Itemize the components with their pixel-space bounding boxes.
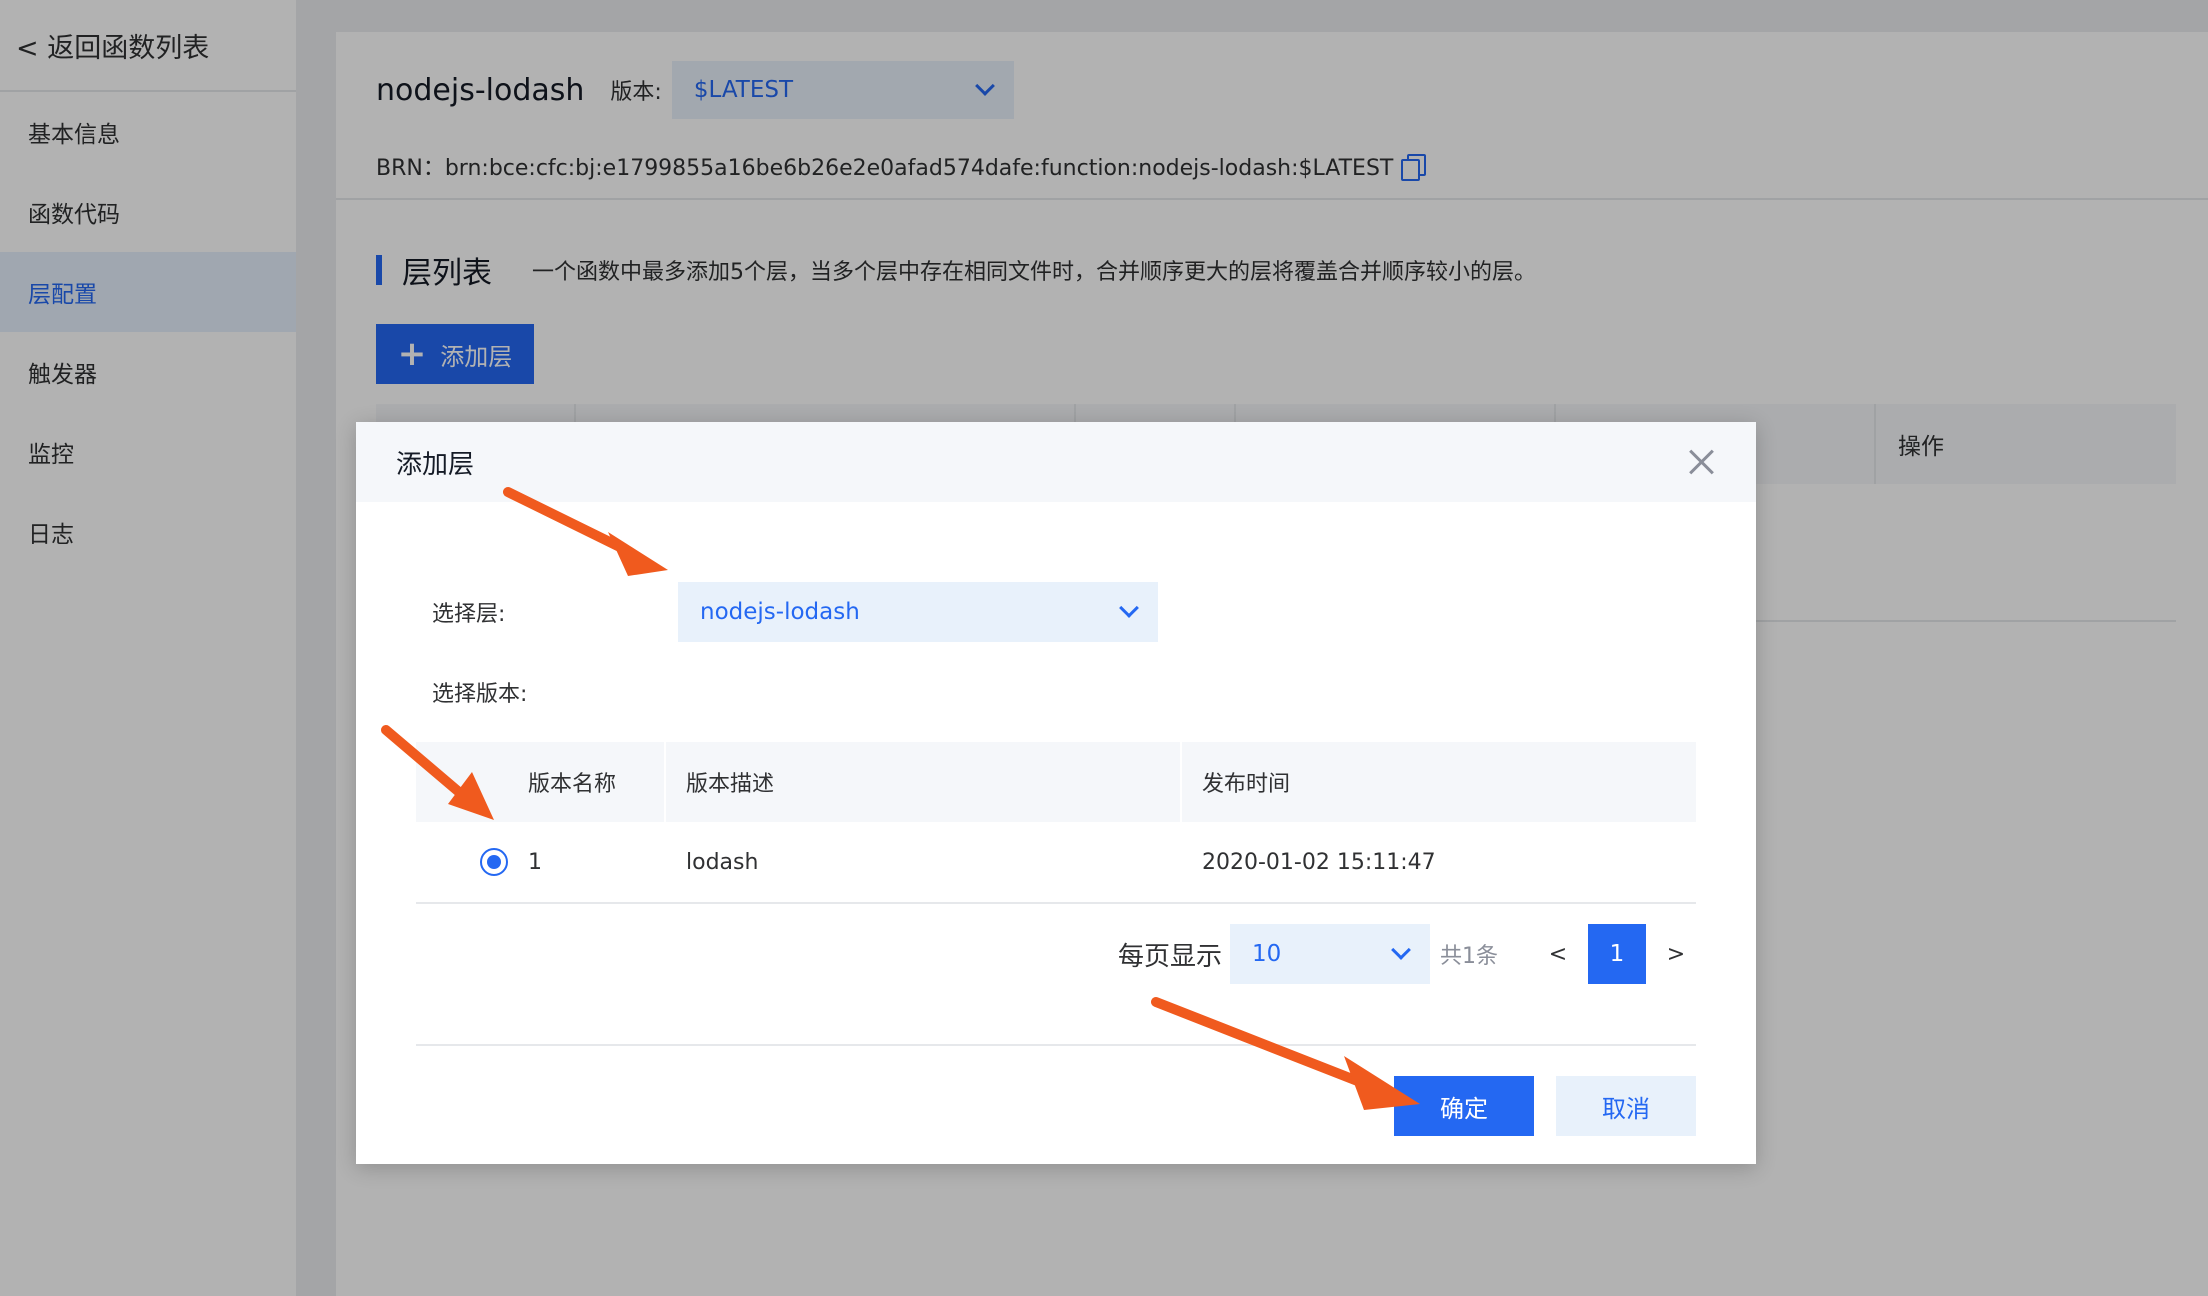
next-page-button[interactable]: > xyxy=(1656,942,1696,967)
version-radio[interactable] xyxy=(480,848,508,876)
version-name-cell: 1 xyxy=(528,849,542,875)
prev-page-button[interactable]: < xyxy=(1538,942,1578,967)
page-size-value: 10 xyxy=(1252,941,1282,967)
page-size-select[interactable]: 10 xyxy=(1230,924,1430,984)
modal-footer-divider xyxy=(416,1044,1696,1046)
cancel-button[interactable]: 取消 xyxy=(1556,1076,1696,1136)
close-icon[interactable] xyxy=(1688,448,1716,476)
current-page-button[interactable]: 1 xyxy=(1588,924,1646,984)
chevron-down-icon xyxy=(1391,940,1411,960)
layer-select-value: nodejs-lodash xyxy=(700,599,860,625)
chevron-down-icon xyxy=(1119,598,1139,618)
modal-title: 添加层 xyxy=(396,449,475,480)
version-table: 版本名称 版本描述 发布时间 1 lodash 2020-01-02 15:11… xyxy=(416,742,1696,904)
layer-select[interactable]: nodejs-lodash xyxy=(678,582,1158,642)
add-layer-modal: 添加层 选择层: nodejs-lodash 选择版本: 版本名称 版本描述 发… xyxy=(356,422,1756,1164)
total-count: 共1条 xyxy=(1440,944,1498,969)
version-table-header: 版本名称 版本描述 发布时间 xyxy=(416,742,1696,822)
version-description-cell: lodash xyxy=(666,822,1182,902)
per-page-label: 每页显示 xyxy=(1117,941,1222,972)
select-version-label: 选择版本: xyxy=(432,682,528,707)
header-publish-time: 发布时间 xyxy=(1202,772,1291,797)
version-publish-time-cell: 2020-01-02 15:11:47 xyxy=(1202,849,1436,875)
pagination: 每页显示 10 共1条 < 1 > xyxy=(1118,924,1696,984)
table-row[interactable]: 1 lodash 2020-01-02 15:11:47 xyxy=(416,822,1696,904)
header-version-name: 版本名称 xyxy=(416,742,666,822)
select-layer-label: 选择层: xyxy=(432,602,506,627)
header-version-description: 版本描述 xyxy=(666,742,1182,822)
confirm-button[interactable]: 确定 xyxy=(1394,1076,1534,1136)
